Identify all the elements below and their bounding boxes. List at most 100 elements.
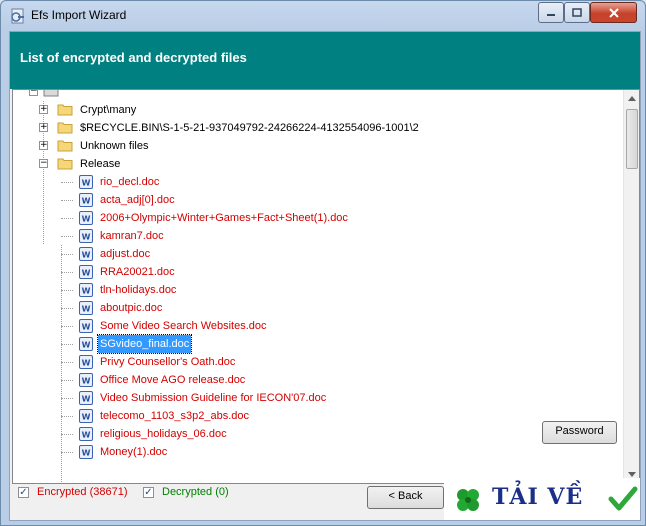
scroll-thumb[interactable] xyxy=(626,109,638,169)
tree-guide-line xyxy=(61,416,73,417)
tree-file-label: adjust.doc xyxy=(100,248,151,260)
svg-text:W: W xyxy=(82,359,91,368)
tree-guide-line xyxy=(61,308,73,309)
word-document-icon: W xyxy=(79,337,93,351)
folder-icon xyxy=(57,158,73,170)
title-bar[interactable]: Efs Import Wizard xyxy=(1,1,645,31)
svg-text:W: W xyxy=(82,251,91,260)
tree-guide-line xyxy=(61,290,73,291)
tree-file-label: Money(1).doc xyxy=(100,446,168,458)
encrypted-checkbox[interactable]: ✓ xyxy=(18,487,29,498)
tree-file-label: kamran7.doc xyxy=(100,230,164,242)
minimize-button[interactable] xyxy=(538,2,564,23)
window-title: Efs Import Wizard xyxy=(31,8,127,22)
wizard-client-area: List of encrypted and decrypted files − … xyxy=(9,31,641,521)
clover-icon xyxy=(457,489,479,511)
svg-text:W: W xyxy=(82,341,91,350)
tree-file-label: RRA20021.doc xyxy=(100,266,175,278)
svg-text:W: W xyxy=(82,449,91,458)
word-document-icon: W xyxy=(79,283,93,297)
password-button[interactable]: Password xyxy=(542,421,617,444)
checkmark-icon xyxy=(608,486,638,511)
word-document-icon: W xyxy=(79,229,93,243)
tree-file-label: religious_holidays_06.doc xyxy=(100,428,227,440)
app-icon xyxy=(11,8,24,24)
tree-file-label-selected: SGvideo_final.doc xyxy=(96,334,193,354)
svg-text:W: W xyxy=(82,287,91,296)
svg-text:W: W xyxy=(82,395,91,404)
folder-icon xyxy=(57,140,73,152)
word-document-icon: W xyxy=(79,265,93,279)
chevron-up-icon xyxy=(628,96,636,101)
tree-guide-line xyxy=(61,326,73,327)
tree-guide-line xyxy=(61,380,73,381)
tree-file-label: acta_adj[0].doc xyxy=(100,194,175,206)
word-document-icon: W xyxy=(79,355,93,369)
minimize-icon xyxy=(547,13,555,16)
word-document-icon: W xyxy=(79,373,93,387)
tree-guide-line xyxy=(61,200,73,201)
folder-icon xyxy=(57,122,73,134)
tree-file-label: 2006+Olympic+Winter+Games+Fact+Sheet(1).… xyxy=(100,212,348,224)
tree-file-label: Office Move AGO release.doc xyxy=(100,374,246,386)
word-document-icon: W xyxy=(79,319,93,333)
collapse-icon[interactable]: − xyxy=(29,90,38,96)
header-banner: List of encrypted and decrypted files xyxy=(10,32,640,89)
word-document-icon: W xyxy=(79,445,93,459)
svg-text:W: W xyxy=(82,305,91,314)
tree-guide-line xyxy=(61,245,62,483)
word-document-icon: W xyxy=(79,247,93,261)
back-button[interactable]: < Back xyxy=(367,486,444,509)
tree-folder-label: Release xyxy=(80,158,121,170)
tree-guide-line xyxy=(61,218,73,219)
expand-icon[interactable]: + xyxy=(39,105,48,114)
tree-guide-line xyxy=(61,236,73,237)
svg-text:W: W xyxy=(82,179,91,188)
svg-text:W: W xyxy=(82,269,91,278)
maximize-icon xyxy=(572,8,582,17)
word-document-icon: W xyxy=(79,175,93,189)
svg-text:W: W xyxy=(82,323,91,332)
tree-guide-line xyxy=(61,398,73,399)
tree-file-label: Privy Counsellor's Oath.doc xyxy=(100,356,236,368)
expand-icon[interactable]: + xyxy=(39,123,48,132)
svg-text:W: W xyxy=(82,233,91,242)
tree-file-label: Video Submission Guideline for IECON'07.… xyxy=(100,392,327,404)
vertical-scrollbar[interactable] xyxy=(623,90,639,483)
expand-icon[interactable]: + xyxy=(39,141,48,150)
tree-guide-line xyxy=(61,254,73,255)
word-document-icon: W xyxy=(79,193,93,207)
wizard-window: Efs Import Wizard List of encrypted and … xyxy=(0,0,646,526)
word-document-icon: W xyxy=(79,301,93,315)
tree-file-label: aboutpic.doc xyxy=(100,302,163,314)
tree-guide-line xyxy=(61,452,73,453)
close-icon xyxy=(608,7,619,18)
logo-text: TẢI VỀ xyxy=(492,484,584,510)
tree-file-label: rio_decl.doc xyxy=(100,176,160,188)
tree-file-label: Some Video Search Websites.doc xyxy=(100,320,267,332)
tree-guide-line xyxy=(61,182,73,183)
tree-folder-label: $RECYCLE.BIN\S-1-5-21-937049792-24266224… xyxy=(80,122,419,134)
tree-folder-label: Crypt\many xyxy=(80,104,137,116)
collapse-icon[interactable]: − xyxy=(39,159,48,168)
scroll-up-button[interactable] xyxy=(624,90,639,106)
tree-guide-line xyxy=(61,434,73,435)
drive-icon xyxy=(43,90,59,97)
close-button[interactable] xyxy=(590,2,637,23)
word-document-icon: W xyxy=(79,211,93,225)
folder-icon xyxy=(57,104,73,116)
maximize-button[interactable] xyxy=(564,2,590,23)
word-document-icon: W xyxy=(79,409,93,423)
word-document-icon: W xyxy=(79,427,93,441)
tree-guide-line xyxy=(61,344,73,345)
page-title: List of encrypted and decrypted files xyxy=(20,50,247,65)
decrypted-label: Decrypted (0) xyxy=(162,486,229,498)
decrypted-checkbox[interactable]: ✓ xyxy=(143,487,154,498)
svg-text:W: W xyxy=(82,431,91,440)
svg-text:W: W xyxy=(82,377,91,386)
svg-text:W: W xyxy=(82,197,91,206)
tree-guide-line xyxy=(61,272,73,273)
tree-guide-line xyxy=(61,362,73,363)
tree-file-label: tln-holidays.doc xyxy=(100,284,177,296)
svg-text:W: W xyxy=(82,215,91,224)
